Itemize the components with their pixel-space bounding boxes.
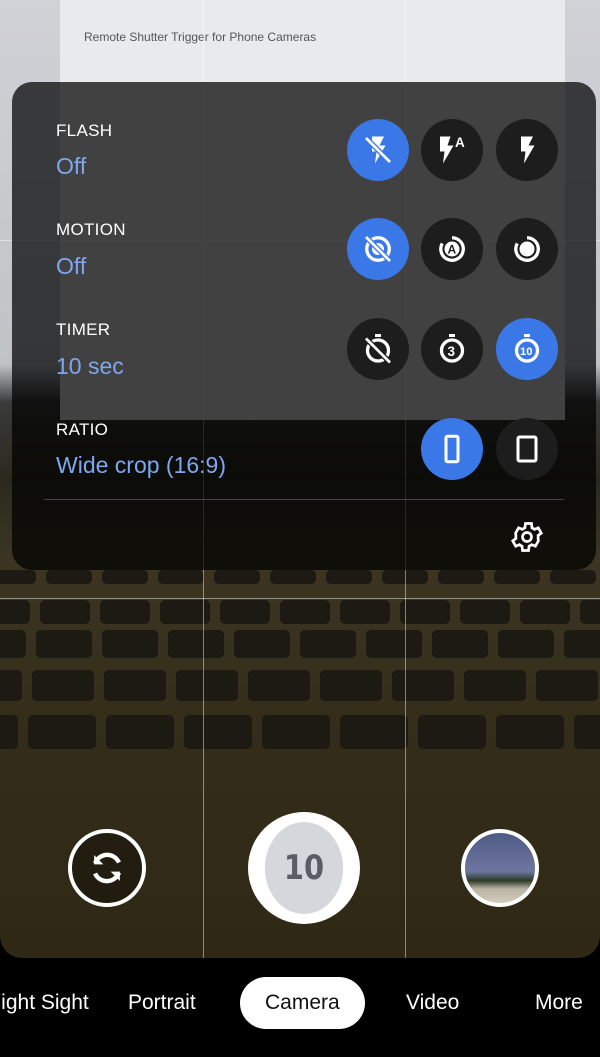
keyboard-key: [0, 600, 30, 624]
keyboard-key: [366, 630, 422, 658]
ratio-full-icon: [516, 435, 538, 463]
keyboard-key: [102, 570, 148, 584]
keyboard-key: [214, 570, 260, 584]
timer-10-button[interactable]: 10: [496, 318, 558, 380]
mode-night-sight[interactable]: Night Sight: [0, 977, 89, 1029]
flash-on-icon: [521, 136, 535, 164]
keyboard-key: [340, 715, 408, 749]
svg-text:A: A: [455, 135, 465, 150]
viewfinder-doc-title: Remote Shutter Trigger for Phone Cameras: [84, 30, 317, 44]
keyboard-key: [0, 715, 18, 749]
mode-more[interactable]: More: [535, 977, 583, 1029]
keyboard-key: [158, 570, 204, 584]
timer-off-button[interactable]: [347, 318, 409, 380]
flash-on-button[interactable]: [496, 119, 558, 181]
motion-label: MOTION: [56, 220, 126, 239]
svg-text:A: A: [448, 243, 457, 257]
keyboard-key: [32, 670, 94, 701]
motion-auto-button[interactable]: A: [421, 218, 483, 280]
mode-video[interactable]: Video: [406, 977, 459, 1029]
keyboard-key: [520, 600, 570, 624]
timer-off-icon: [364, 334, 392, 365]
motion-on-button[interactable]: [496, 218, 558, 280]
ratio-wide-button[interactable]: [421, 418, 483, 480]
keyboard-key: [280, 600, 330, 624]
keyboard-key: [176, 670, 238, 701]
keyboard-key: [168, 630, 224, 658]
timer-value: 10 sec: [56, 353, 124, 379]
keyboard-key: [580, 600, 600, 624]
motion-value: Off: [56, 253, 87, 279]
motion-auto-icon: A: [439, 236, 465, 262]
keyboard-key: [464, 670, 526, 701]
timer-3-icon: 3: [439, 334, 465, 363]
keyboard-key: [494, 570, 540, 584]
keyboard-key: [392, 670, 454, 701]
timer-label: TIMER: [56, 320, 111, 339]
keyboard-key: [574, 715, 600, 749]
keyboard-key: [326, 570, 372, 584]
flash-label: FLASH: [56, 121, 113, 140]
keyboard-key: [564, 630, 600, 658]
keyboard-key: [262, 715, 330, 749]
keyboard-key: [270, 570, 316, 584]
keyboard-key: [438, 570, 484, 584]
shutter-button[interactable]: 10: [248, 812, 360, 924]
timer-3-button[interactable]: 3: [421, 318, 483, 380]
ratio-label: RATIO: [56, 420, 109, 439]
keyboard-key: [0, 570, 36, 584]
switch-camera-button[interactable]: [68, 829, 146, 907]
mode-portrait[interactable]: Portrait: [128, 977, 196, 1029]
mode-selector: Night Sight Portrait Camera Video More: [0, 977, 600, 1029]
keyboard-key: [234, 630, 290, 658]
svg-text:3: 3: [448, 344, 456, 359]
keyboard-key: [28, 715, 96, 749]
keyboard-key: [36, 630, 92, 658]
keyboard-key: [300, 630, 356, 658]
flash-value: Off: [56, 153, 87, 179]
gear-icon[interactable]: [509, 519, 545, 555]
ratio-value: Wide crop (16:9): [56, 452, 227, 478]
keyboard-key: [418, 715, 486, 749]
shutter-countdown: 10: [264, 822, 344, 914]
svg-text:10: 10: [520, 346, 533, 358]
keyboard-key: [40, 600, 90, 624]
keyboard-key: [220, 600, 270, 624]
flash-off-icon: [364, 136, 392, 164]
keyboard-key: [460, 600, 510, 624]
keyboard-key: [248, 670, 310, 701]
keyboard-key: [102, 630, 158, 658]
motion-off-icon: [364, 235, 392, 263]
keyboard-key: [432, 630, 488, 658]
switch-camera-icon: [93, 852, 121, 884]
timer-10-icon: 10: [514, 334, 540, 363]
keyboard-key: [0, 670, 22, 701]
last-photo-thumbnail[interactable]: [461, 829, 539, 907]
keyboard-key: [0, 630, 26, 658]
keyboard-key: [340, 600, 390, 624]
keyboard-key: [550, 570, 596, 584]
keyboard-key: [106, 715, 174, 749]
keyboard-key: [184, 715, 252, 749]
flash-auto-button[interactable]: A: [421, 119, 483, 181]
grid-line: [0, 598, 600, 599]
keyboard-key: [100, 600, 150, 624]
keyboard-key: [498, 630, 554, 658]
motion-off-button[interactable]: [347, 218, 409, 280]
motion-on-icon: [514, 236, 540, 262]
keyboard-key: [496, 715, 564, 749]
panel-divider: [44, 499, 564, 500]
mode-camera[interactable]: Camera: [240, 977, 365, 1029]
keyboard-key: [400, 600, 450, 624]
keyboard-key: [320, 670, 382, 701]
keyboard-key: [104, 670, 166, 701]
flash-auto-icon: A: [440, 135, 465, 164]
flash-off-button[interactable]: [347, 119, 409, 181]
keyboard-key: [46, 570, 92, 584]
ratio-full-button[interactable]: [496, 418, 558, 480]
keyboard-key: [536, 670, 598, 701]
ratio-wide-icon: [444, 434, 460, 464]
